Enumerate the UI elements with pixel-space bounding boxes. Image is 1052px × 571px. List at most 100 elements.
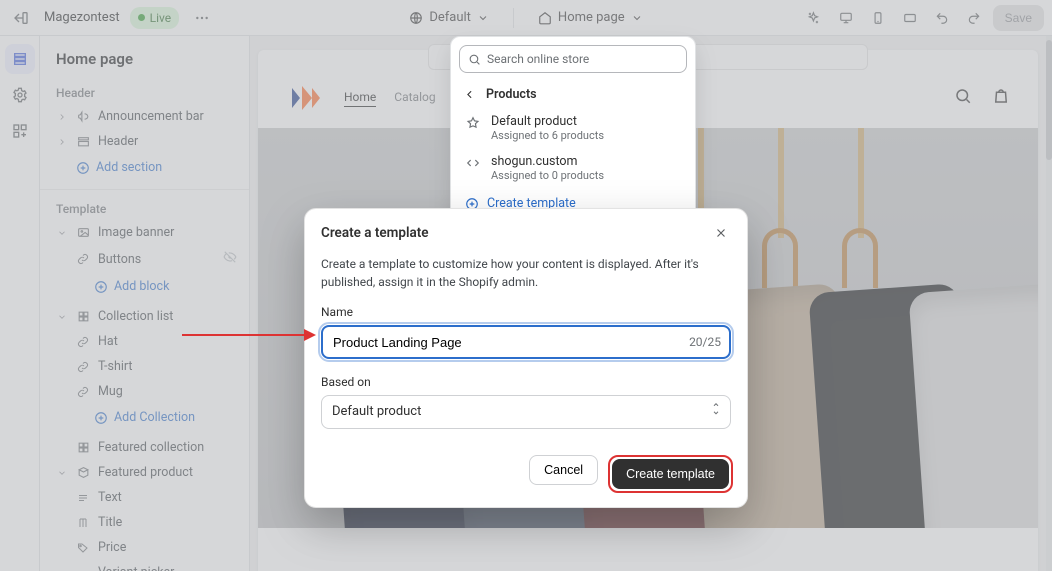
template-name-input[interactable] bbox=[321, 325, 731, 359]
fullwidth-icon bbox=[903, 11, 917, 25]
sidebar-item-collection-list[interactable]: Collection list bbox=[40, 304, 249, 329]
sidebar-item-label: Buttons bbox=[98, 252, 141, 267]
gear-icon bbox=[12, 87, 28, 103]
viewport-menu[interactable]: Default bbox=[399, 4, 499, 32]
product-icon bbox=[77, 466, 90, 479]
chevron-down-icon bbox=[57, 228, 67, 238]
nav-home[interactable]: Home bbox=[344, 90, 376, 107]
monitor-icon bbox=[839, 11, 853, 25]
cancel-button[interactable]: Cancel bbox=[529, 455, 598, 485]
hidden-icon[interactable] bbox=[223, 250, 237, 268]
nav-catalog[interactable]: Catalog bbox=[394, 90, 435, 107]
grid-icon bbox=[77, 441, 90, 454]
undo-button[interactable] bbox=[929, 5, 955, 31]
status-dot-icon bbox=[138, 14, 145, 21]
sidebar-item-label: Price bbox=[98, 540, 126, 555]
sidebar-item-label: Mug bbox=[98, 384, 123, 399]
sidebar-item-featured-product[interactable]: Featured product bbox=[40, 460, 249, 485]
sidebar-item-label: Hat bbox=[98, 334, 118, 349]
group-template: Template bbox=[40, 194, 249, 220]
sidebar-item-announcement[interactable]: Announcement bar bbox=[40, 104, 249, 129]
inspector-button[interactable] bbox=[801, 5, 827, 31]
desktop-button[interactable] bbox=[833, 5, 859, 31]
create-template-button[interactable]: Create template bbox=[612, 459, 729, 489]
add-collection[interactable]: Add Collection bbox=[40, 404, 249, 435]
page-label: Home page bbox=[558, 10, 625, 25]
sidebar-item-label: Image banner bbox=[98, 225, 174, 240]
live-label: Live bbox=[150, 11, 171, 25]
redo-button[interactable] bbox=[961, 5, 987, 31]
chevron-down-icon bbox=[631, 12, 643, 24]
popover-item-default-product[interactable]: Default product Assigned to 6 products bbox=[451, 108, 695, 148]
redo-icon bbox=[967, 11, 981, 25]
add-block[interactable]: Add block bbox=[40, 273, 249, 304]
divider bbox=[40, 189, 249, 190]
exit-button[interactable] bbox=[8, 5, 34, 31]
bag-icon bbox=[992, 87, 1010, 105]
search-button[interactable] bbox=[954, 87, 972, 109]
megaphone-icon bbox=[77, 110, 90, 123]
sidebar-item-header[interactable]: Header bbox=[40, 129, 249, 154]
rail-settings[interactable] bbox=[5, 80, 35, 110]
sidebar-item-text[interactable]: Text bbox=[40, 485, 249, 510]
sidebar-item-mug[interactable]: Mug bbox=[40, 379, 249, 404]
rail-apps[interactable] bbox=[5, 116, 35, 146]
sidebar-item-price[interactable]: Price bbox=[40, 535, 249, 560]
add-block-label: Add block bbox=[114, 279, 169, 294]
top-bar: Magezontest Live Default Home page Save bbox=[0, 0, 1052, 36]
sidebar-item-tshirt[interactable]: T-shirt bbox=[40, 354, 249, 379]
save-button[interactable]: Save bbox=[993, 5, 1044, 31]
title-icon bbox=[77, 517, 89, 529]
annotation-highlight: Create template bbox=[608, 455, 733, 493]
sidebar-item-title[interactable]: Title bbox=[40, 510, 249, 535]
globe-icon bbox=[409, 11, 423, 25]
price-icon bbox=[77, 542, 89, 554]
star-outline-icon bbox=[466, 116, 480, 130]
store-logo[interactable] bbox=[286, 82, 326, 114]
create-template-modal: Create a template Create a template to c… bbox=[304, 208, 748, 508]
mobile-button[interactable] bbox=[865, 5, 891, 31]
sidebar-item-featured-collection[interactable]: Featured collection bbox=[40, 435, 249, 460]
popover-search[interactable]: Search online store bbox=[459, 45, 687, 73]
cart-button[interactable] bbox=[992, 87, 1010, 109]
based-label: Based on bbox=[321, 373, 731, 391]
link-icon bbox=[77, 386, 89, 398]
sections-icon bbox=[12, 51, 28, 67]
sidebar-item-variant-picker[interactable]: Variant picker bbox=[40, 560, 249, 571]
add-section[interactable]: Add section bbox=[40, 154, 249, 185]
add-collection-label: Add Collection bbox=[114, 410, 195, 425]
select-arrows-icon bbox=[710, 401, 722, 417]
plus-circle-icon bbox=[94, 280, 108, 294]
scrollbar-thumb[interactable] bbox=[1046, 40, 1052, 160]
close-button[interactable] bbox=[711, 223, 731, 243]
sidebar-item-label: Header bbox=[98, 134, 138, 149]
apps-icon bbox=[12, 123, 28, 139]
more-button[interactable] bbox=[189, 5, 215, 31]
rail-sections[interactable] bbox=[5, 44, 35, 74]
fullwidth-button[interactable] bbox=[897, 5, 923, 31]
plus-circle-icon bbox=[94, 411, 108, 425]
sidebar-item-buttons[interactable]: Buttons bbox=[40, 245, 249, 273]
chevron-down-icon bbox=[57, 312, 67, 322]
popover-item-shogun[interactable]: shogun.custom Assigned to 0 products bbox=[451, 148, 695, 188]
based-on-select[interactable]: Default product bbox=[321, 395, 731, 429]
sidebar-item-image-banner[interactable]: Image banner bbox=[40, 220, 249, 245]
home-icon bbox=[538, 11, 552, 25]
popover-heading-row[interactable]: Products bbox=[451, 81, 695, 108]
page-menu[interactable]: Home page bbox=[528, 4, 653, 32]
chevron-down-icon bbox=[57, 468, 67, 478]
dots-icon bbox=[194, 10, 210, 26]
sidebar-item-label: T-shirt bbox=[98, 359, 133, 374]
popover-item-title: shogun.custom bbox=[491, 154, 604, 169]
template-popover: Search online store Products Default pro… bbox=[450, 36, 696, 226]
sidebar-item-hat[interactable]: Hat bbox=[40, 329, 249, 354]
chevron-down-icon bbox=[477, 12, 489, 24]
logo-icon bbox=[286, 82, 326, 114]
chevron-left-icon bbox=[463, 88, 476, 101]
char-count: 20/25 bbox=[689, 333, 721, 351]
sidebar-item-label: Text bbox=[98, 490, 122, 505]
popover-item-subtitle: Assigned to 0 products bbox=[491, 169, 604, 182]
link-icon bbox=[77, 361, 89, 373]
page-title: Home page bbox=[40, 36, 249, 78]
plus-circle-icon bbox=[76, 161, 90, 175]
